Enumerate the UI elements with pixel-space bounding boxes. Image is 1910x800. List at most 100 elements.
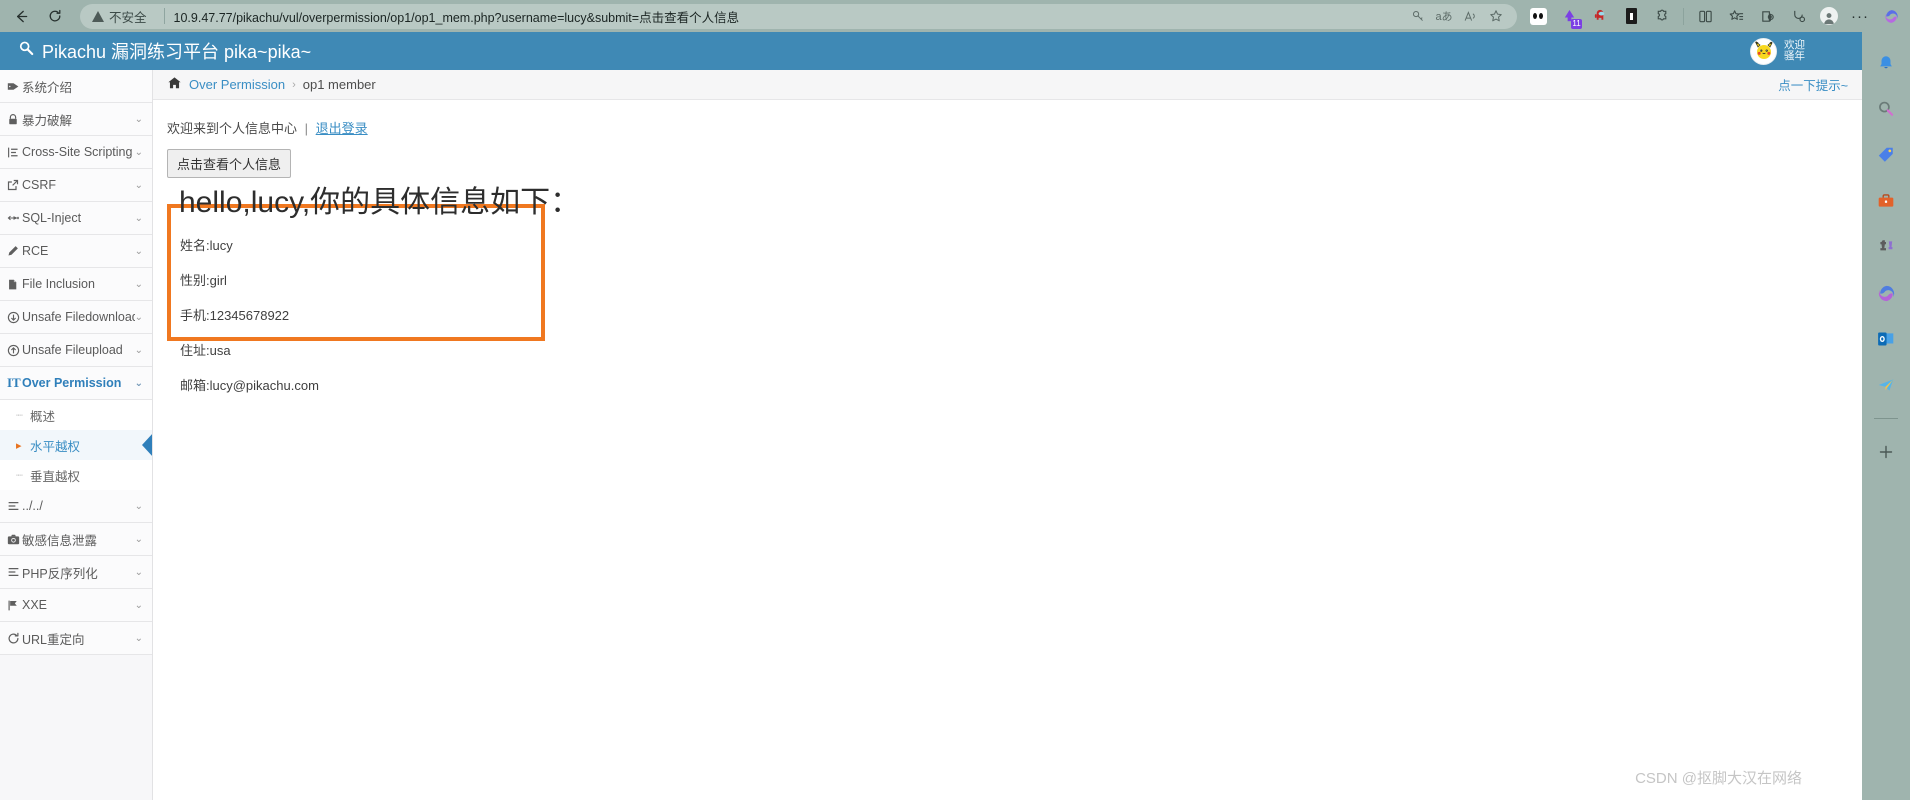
address-bar[interactable]: 不安全 10.9.47.77/pikachu/vul/overpermissio… — [80, 3, 1517, 29]
add-sidebar-app-button[interactable] — [1871, 437, 1901, 467]
reload-icon[interactable] — [40, 1, 70, 31]
sidebar-nav: 系统介绍 暴力破解 ⌄ Cross-Site Scripting ⌄ CSRF … — [0, 70, 153, 800]
sidebar-item-xxe[interactable]: XXE ⌄ — [0, 589, 152, 622]
sidebar-item-label: 敏感信息泄露 — [22, 533, 98, 548]
text-height-icon: IT — [7, 375, 21, 390]
notifications-bell-icon[interactable] — [1871, 48, 1901, 78]
sidebar-item-xss[interactable]: Cross-Site Scripting ⌄ — [0, 136, 152, 169]
sidebar-item-rce[interactable]: RCE ⌄ — [0, 235, 152, 268]
shopping-tag-icon[interactable] — [1871, 140, 1901, 170]
extension-amongus-icon[interactable] — [1585, 2, 1615, 30]
copilot-icon[interactable] — [1871, 278, 1901, 308]
sidebar-item-brute-force[interactable]: 暴力破解 ⌄ — [0, 103, 152, 136]
extension-puzzle-icon[interactable] — [1647, 2, 1677, 30]
chevron-down-icon: ⌄ — [134, 500, 143, 512]
camera-icon — [7, 534, 22, 545]
split-screen-icon[interactable] — [1690, 2, 1720, 30]
sidebar-item-system-intro[interactable]: 系统介绍 — [0, 70, 152, 103]
sidebar-item-file-inclusion[interactable]: File Inclusion ⌄ — [0, 268, 152, 301]
refresh-icon — [7, 632, 22, 645]
sidebar-subitem-horizontal-privilege[interactable]: ▸ 水平越权 — [0, 430, 152, 460]
chevron-down-icon: ⌄ — [134, 344, 143, 356]
collections-icon[interactable] — [1721, 2, 1751, 30]
chevron-down-icon: ⌄ — [134, 212, 143, 224]
search-icon[interactable] — [1871, 94, 1901, 124]
browser-toolbar: 不安全 10.9.47.77/pikachu/vul/overpermissio… — [0, 0, 1910, 32]
sidebar-item-directory-traversal[interactable]: ../../ ⌄ — [0, 490, 152, 523]
flag-icon — [7, 599, 22, 612]
read-aloud-icon[interactable] — [1457, 5, 1483, 27]
sidebar-item-label: Unsafe Fileupload — [22, 343, 123, 357]
content-area: 欢迎来到个人信息中心 | 退出登录 点击查看个人信息 hello,lucy,你的… — [153, 100, 1862, 393]
url-text[interactable]: 10.9.47.77/pikachu/vul/overpermission/op… — [174, 7, 1405, 26]
info-row-name: 姓名:lucy — [180, 238, 233, 253]
sidebar-item-csrf[interactable]: CSRF ⌄ — [0, 169, 152, 202]
sidebar-item-url-redirect[interactable]: URL重定向 ⌄ — [0, 622, 152, 655]
copilot-icon[interactable] — [1876, 2, 1906, 30]
chevron-down-icon: ⌄ — [134, 599, 143, 611]
telegram-icon[interactable] — [1871, 370, 1901, 400]
sidebar-item-label: PHP反序列化 — [22, 566, 98, 581]
extension-black-icon[interactable] — [1616, 2, 1646, 30]
sidebar-item-label: Cross-Site Scripting — [22, 145, 133, 159]
sidebar-item-label: XXE — [22, 598, 48, 612]
sidebar-item-php-deserialize[interactable]: PHP反序列化 ⌄ — [0, 556, 152, 589]
translate-icon[interactable]: aあ — [1431, 5, 1457, 27]
info-heading: hello,lucy,你的具体信息如下： — [179, 186, 581, 219]
list-icon — [7, 566, 22, 578]
extension-purple-icon[interactable]: 11 — [1554, 2, 1584, 30]
sidebar-item-sql-inject[interactable]: SQL-Inject ⌄ — [0, 202, 152, 235]
tree-line-icon: ┈ — [16, 409, 23, 422]
sidebar-subitem-label: 概述 — [30, 409, 56, 424]
breadcrumb-parent[interactable]: Over Permission — [189, 77, 285, 92]
main-content: Over Permission › op1 member 点一下提示~ 欢迎来到… — [153, 70, 1862, 800]
sidebar-item-unsafe-fileupload[interactable]: Unsafe Fileupload ⌄ — [0, 334, 152, 367]
syringe-icon — [7, 212, 22, 224]
chevron-down-icon: ⌄ — [134, 533, 143, 545]
sidebar-subitem-vertical-privilege[interactable]: ┈ 垂直越权 — [0, 460, 152, 490]
sidebar-item-label: URL重定向 — [22, 632, 85, 647]
watermark: CSDN @抠脚大汉在网络 — [1635, 770, 1802, 787]
sidebar-item-unsafe-filedownload[interactable]: Unsafe Filedownload ⌄ — [0, 301, 152, 334]
browser-essentials-icon[interactable] — [1752, 2, 1782, 30]
sidebar-item-label: File Inclusion — [22, 277, 95, 291]
info-row-gender: 性别:girl — [180, 273, 227, 288]
breadcrumb-current: op1 member — [302, 77, 376, 92]
omnibox-divider — [163, 8, 165, 24]
tag-icon — [7, 80, 22, 93]
active-marker-icon: ▸ — [16, 439, 22, 452]
breadcrumb: Over Permission › op1 member — [167, 76, 376, 93]
lock-icon — [7, 113, 22, 126]
hint-link[interactable]: 点一下提示~ — [1778, 75, 1848, 94]
sidebar-item-over-permission[interactable]: IT Over Permission ⌄ — [0, 367, 152, 400]
pikachu-avatar-icon[interactable] — [1750, 37, 1777, 65]
info-row-address: 住址:usa — [180, 343, 231, 358]
site-body: 系统介绍 暴力破解 ⌄ Cross-Site Scripting ⌄ CSRF … — [0, 70, 1862, 800]
welcome-message: 欢迎来到个人信息中心 — [167, 121, 298, 136]
outlook-icon[interactable] — [1871, 324, 1901, 354]
games-icon[interactable] — [1871, 232, 1901, 262]
tools-icon[interactable] — [1871, 186, 1901, 216]
settings-more-icon[interactable]: ··· — [1845, 2, 1875, 30]
external-link-icon — [7, 179, 22, 191]
favorite-star-icon[interactable] — [1483, 5, 1509, 27]
chevron-down-icon: ⌄ — [134, 245, 143, 257]
extension-badge-count: 11 — [1571, 19, 1582, 29]
extension-panda-icon[interactable] — [1523, 2, 1553, 30]
sidebar-subitem-overview[interactable]: ┈ 概述 — [0, 400, 152, 430]
security-status[interactable]: 不安全 — [88, 7, 155, 26]
user-welcome-box[interactable]: 欢迎骚年 — [1750, 32, 1810, 70]
sidebar-item-label: 系统介绍 — [22, 80, 73, 95]
back-arrow-icon[interactable] — [6, 1, 36, 31]
view-info-button[interactable]: 点击查看个人信息 — [167, 149, 292, 178]
breadcrumb-separator: › — [292, 78, 296, 91]
sidebar-item-label: CSRF — [22, 178, 57, 192]
logout-link[interactable]: 退出登录 — [316, 121, 368, 136]
key-icon[interactable] — [1405, 5, 1431, 27]
sidebar-item-sensitive-info[interactable]: 敏感信息泄露 ⌄ — [0, 523, 152, 556]
profile-icon[interactable] — [1814, 2, 1844, 30]
sidebar-subitem-label: 垂直越权 — [30, 469, 81, 484]
home-icon[interactable] — [167, 76, 182, 93]
performance-icon[interactable] — [1783, 2, 1813, 30]
site-title-text: Pikachu 漏洞练习平台 pika~pika~ — [42, 42, 312, 62]
